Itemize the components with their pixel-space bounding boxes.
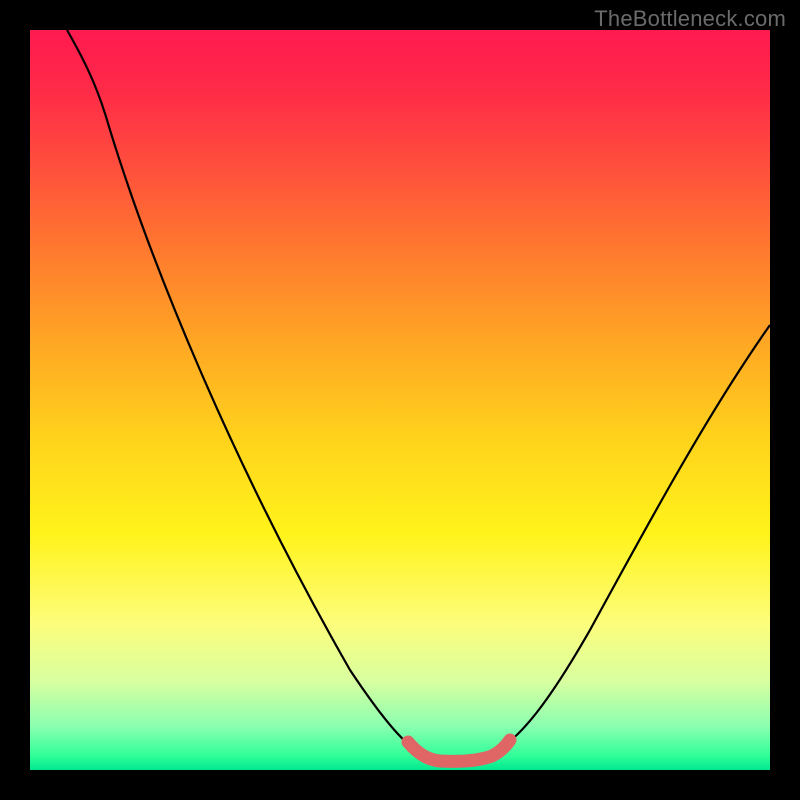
chart-frame: TheBottleneck.com bbox=[0, 0, 800, 800]
watermark-text: TheBottleneck.com bbox=[594, 6, 786, 32]
bottleneck-curve-path bbox=[67, 30, 770, 759]
optimal-flat-region-path bbox=[408, 740, 510, 761]
plot-area bbox=[30, 30, 770, 770]
bottleneck-curve-svg bbox=[30, 30, 770, 770]
